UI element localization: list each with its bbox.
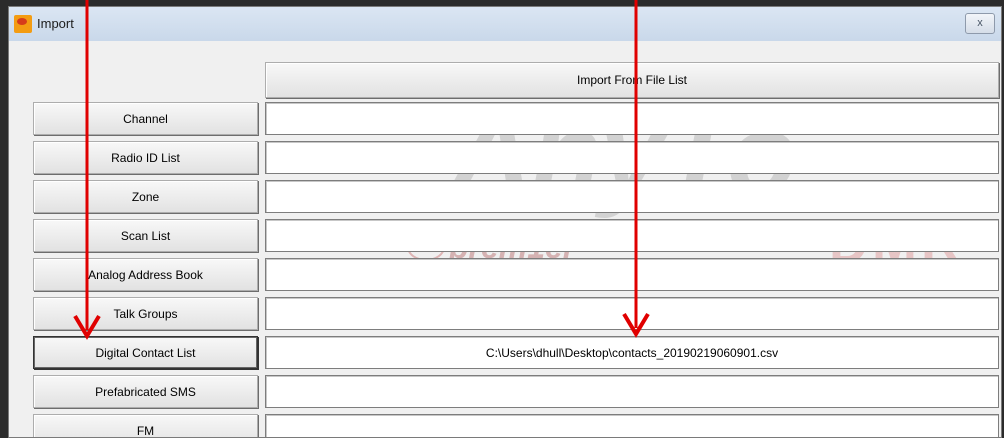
dialog-content: AnyTo DMR prem1er Import From File List … xyxy=(9,41,1001,438)
fm-label: FM xyxy=(136,423,155,438)
digital-contact-list-path: C:\Users\dhull\Desktop\contacts_20190219… xyxy=(485,345,779,360)
radio-id-list-path-field[interactable] xyxy=(265,141,999,174)
import-dialog: Import x AnyTo DMR prem1er Import From F… xyxy=(8,6,1002,438)
talk-groups-button[interactable]: Talk Groups xyxy=(33,297,258,330)
analog-address-book-button[interactable]: Analog Address Book xyxy=(33,258,258,291)
analog-address-book-path-field[interactable] xyxy=(265,258,999,291)
prefabricated-sms-label: Prefabricated SMS xyxy=(95,384,196,399)
digital-contact-list-label: Digital Contact List xyxy=(95,345,196,360)
analog-address-book-label: Analog Address Book xyxy=(88,267,203,282)
import-from-file-list-label: Import From File List xyxy=(576,73,687,87)
digital-contact-list-path-field[interactable]: C:\Users\dhull\Desktop\contacts_20190219… xyxy=(265,336,999,369)
channel-button[interactable]: Channel xyxy=(33,102,258,135)
app-icon xyxy=(14,15,32,33)
scan-list-path-field[interactable] xyxy=(265,219,999,252)
prefabricated-sms-button[interactable]: Prefabricated SMS xyxy=(33,375,258,408)
zone-label: Zone xyxy=(131,189,160,204)
talk-groups-path-field[interactable] xyxy=(265,297,999,330)
close-button[interactable]: x xyxy=(965,13,995,34)
talk-groups-label: Talk Groups xyxy=(113,306,178,321)
digital-contact-list-button[interactable]: Digital Contact List xyxy=(33,336,258,369)
radio-id-list-label: Radio ID List xyxy=(111,150,180,165)
scan-list-label: Scan List xyxy=(120,228,171,243)
fm-button[interactable]: FM xyxy=(33,414,258,438)
channel-path-field[interactable] xyxy=(265,102,999,135)
radio-id-list-button[interactable]: Radio ID List xyxy=(33,141,258,174)
scan-list-button[interactable]: Scan List xyxy=(33,219,258,252)
import-from-file-list-button[interactable]: Import From File List xyxy=(265,62,999,98)
window-title: Import xyxy=(37,16,74,31)
fm-path-field[interactable] xyxy=(265,414,999,437)
prefabricated-sms-path-field[interactable] xyxy=(265,375,999,408)
title-bar: Import x xyxy=(9,7,1001,42)
zone-path-field[interactable] xyxy=(265,180,999,213)
channel-label: Channel xyxy=(123,111,168,126)
zone-button[interactable]: Zone xyxy=(33,180,258,213)
close-icon: x xyxy=(977,17,983,29)
